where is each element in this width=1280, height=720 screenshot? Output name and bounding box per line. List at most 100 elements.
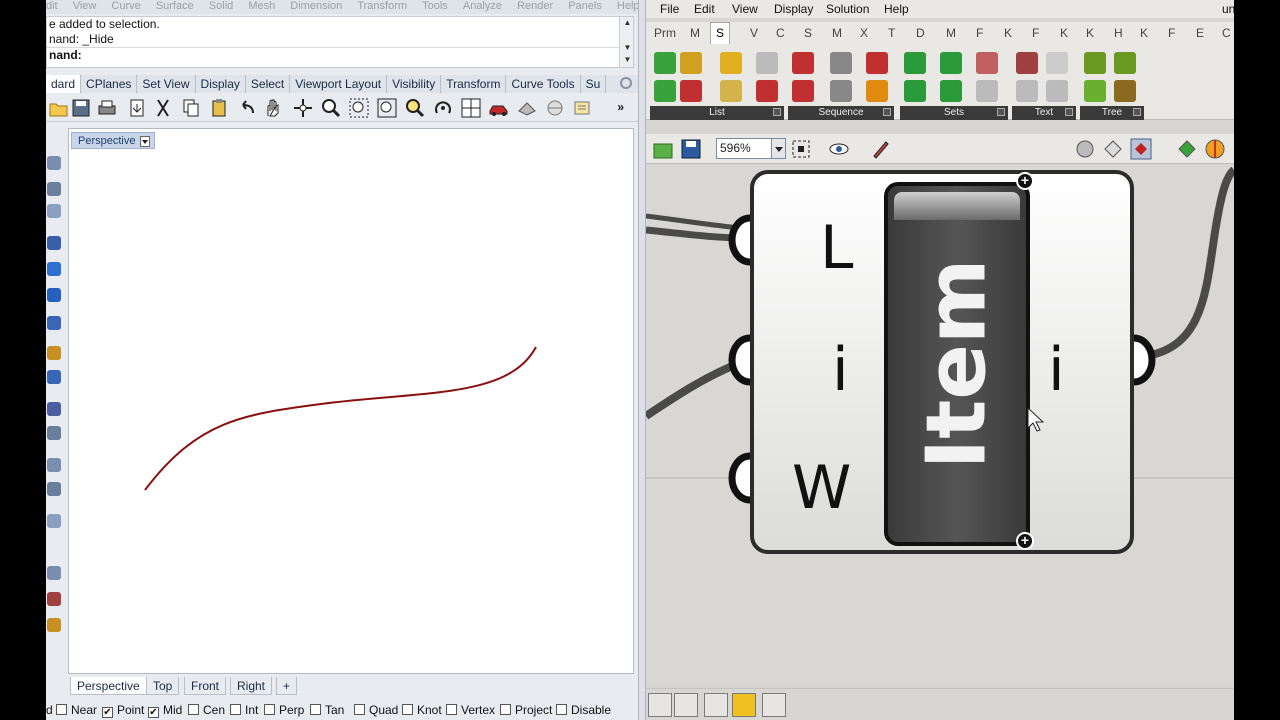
arc-icon[interactable] [47,236,61,250]
rhino-menu-tools[interactable]: Tools [422,0,448,13]
checkbox[interactable] [446,704,457,715]
rhino-menu-surface[interactable]: Surface [156,0,194,13]
hand-icon[interactable] [732,693,756,717]
range-icon[interactable] [866,52,888,74]
simplify-tree-icon[interactable] [1084,80,1106,102]
copy-icon[interactable] [180,97,202,119]
preview-off-icon[interactable] [1074,138,1096,160]
reverse-list-icon[interactable] [654,80,676,102]
rotate-view-icon[interactable] [292,97,314,119]
scroll-up-icon[interactable]: ▲ [622,17,633,29]
tab-standard[interactable]: dard [46,75,82,93]
surface-icon[interactable] [47,262,61,276]
fillet-icon[interactable] [47,426,61,440]
set-intersection-icon[interactable] [904,80,926,102]
gh-tab[interactable]: X [860,26,868,40]
osnap-point[interactable]: ✔ Point [102,703,144,718]
rectangle-icon[interactable] [47,204,61,218]
sort-text-icon[interactable] [1046,80,1068,102]
curve-icon[interactable] [47,182,61,196]
polyline-icon[interactable] [47,156,61,170]
download-icon[interactable] [704,693,728,717]
shade-icon[interactable] [516,97,538,119]
gh-tab[interactable]: M [690,26,700,40]
viewport-tab-top[interactable]: Top [146,677,180,695]
options-icon[interactable] [572,97,594,119]
osnap-vertex[interactable]: Vertex [446,703,495,717]
rhino-menu-render[interactable]: Render [517,0,553,13]
tab-cplanes[interactable]: CPlanes [81,75,138,93]
scroll-down-icon[interactable]: ▼ [622,42,633,54]
zoom-extents-icon[interactable] [376,97,398,119]
checkbox[interactable]: ✔ [148,707,159,718]
tab-viewport-layout[interactable]: Viewport Layout [290,75,388,93]
checkbox[interactable] [402,704,413,715]
grasshopper-canvas[interactable]: L i W Item i + + [646,166,1234,686]
expand-icon[interactable] [1065,108,1073,116]
gh-tab[interactable]: M [832,26,842,40]
zoom-window-icon[interactable] [348,97,370,119]
gh-menu-file[interactable]: File [660,2,679,16]
osnap-cen[interactable]: Cen [188,703,225,717]
flatten-tree-icon[interactable] [1084,52,1106,74]
text-tag-icon[interactable] [648,693,672,717]
osnap-quad[interactable]: Quad [354,703,398,717]
checkbox[interactable]: ✔ [102,707,113,718]
properties-icon[interactable] [47,618,61,632]
gh-tab[interactable]: K [1060,26,1068,40]
output-item[interactable]: i [1048,340,1065,400]
mirror-icon[interactable] [47,514,61,528]
osnap-tan[interactable]: Tan [310,703,344,717]
gh-tab[interactable]: E [1196,26,1204,40]
render-car-icon[interactable] [488,97,510,119]
list-item-icon[interactable] [680,52,702,74]
boolean-icon[interactable] [47,402,61,416]
rhino-menu-view[interactable]: View [73,0,97,13]
tab-surface-tools[interactable]: Su [581,75,607,93]
cull-pattern-icon[interactable] [792,80,814,102]
rhino-menu-curve[interactable]: Curve [111,0,140,13]
explode-tree-icon[interactable] [1114,80,1136,102]
extrude-icon[interactable] [47,346,61,360]
checkbox[interactable] [188,704,199,715]
command-scrollbar[interactable]: ▲ ▼ ▼ [619,17,633,67]
zoom-level-dropdown[interactable]: 596% [716,138,786,159]
cut-icon[interactable] [152,97,174,119]
preview-selected-icon[interactable] [1176,138,1198,160]
set-difference-icon[interactable] [940,52,962,74]
series-icon[interactable] [830,52,852,74]
tab-visibility[interactable]: Visibility [387,75,442,93]
viewport-tab-perspective[interactable]: Perspective [70,677,147,695]
chevron-down-icon[interactable] [771,139,785,158]
zui-grip-bottom-icon[interactable]: + [1016,532,1034,550]
sort-list-icon[interactable] [720,52,742,74]
osnap-knot[interactable]: Knot [402,703,442,717]
gh-tab[interactable]: V [750,26,758,40]
gh-tab[interactable]: C [776,26,785,40]
expand-icon[interactable] [997,108,1005,116]
osnap-end[interactable]: d [46,703,53,717]
duplicate-icon[interactable] [830,80,852,102]
rhino-menu-dimension[interactable]: Dimension [290,0,342,13]
gh-tab[interactable]: T [888,26,895,40]
gh-tab[interactable]: C [1222,26,1231,40]
gh-menu-edit[interactable]: Edit [694,2,715,16]
gh-tab[interactable]: H [1114,26,1123,40]
zoom-dynamic-icon[interactable] [320,97,342,119]
checkbox[interactable] [556,704,567,715]
materials-icon[interactable] [544,97,566,119]
viewport-tab-right[interactable]: Right [230,677,273,695]
preview-wireframe-icon[interactable] [1102,138,1124,160]
zui-grip-top-icon[interactable]: + [1016,172,1034,190]
random-icon[interactable] [866,80,888,102]
command-prompt[interactable]: nand: [47,47,633,62]
add-viewport-tab-button[interactable]: + [276,677,298,695]
scroll-down-icon[interactable]: ▼ [622,54,633,66]
gh-tab[interactable]: K [1086,26,1094,40]
text-case-icon[interactable] [1016,80,1038,102]
tab-transform[interactable]: Transform [441,75,507,93]
shift-list-icon[interactable] [756,52,778,74]
checkbox[interactable] [56,704,67,715]
set-members-icon[interactable] [976,52,998,74]
print-icon[interactable] [96,97,118,119]
